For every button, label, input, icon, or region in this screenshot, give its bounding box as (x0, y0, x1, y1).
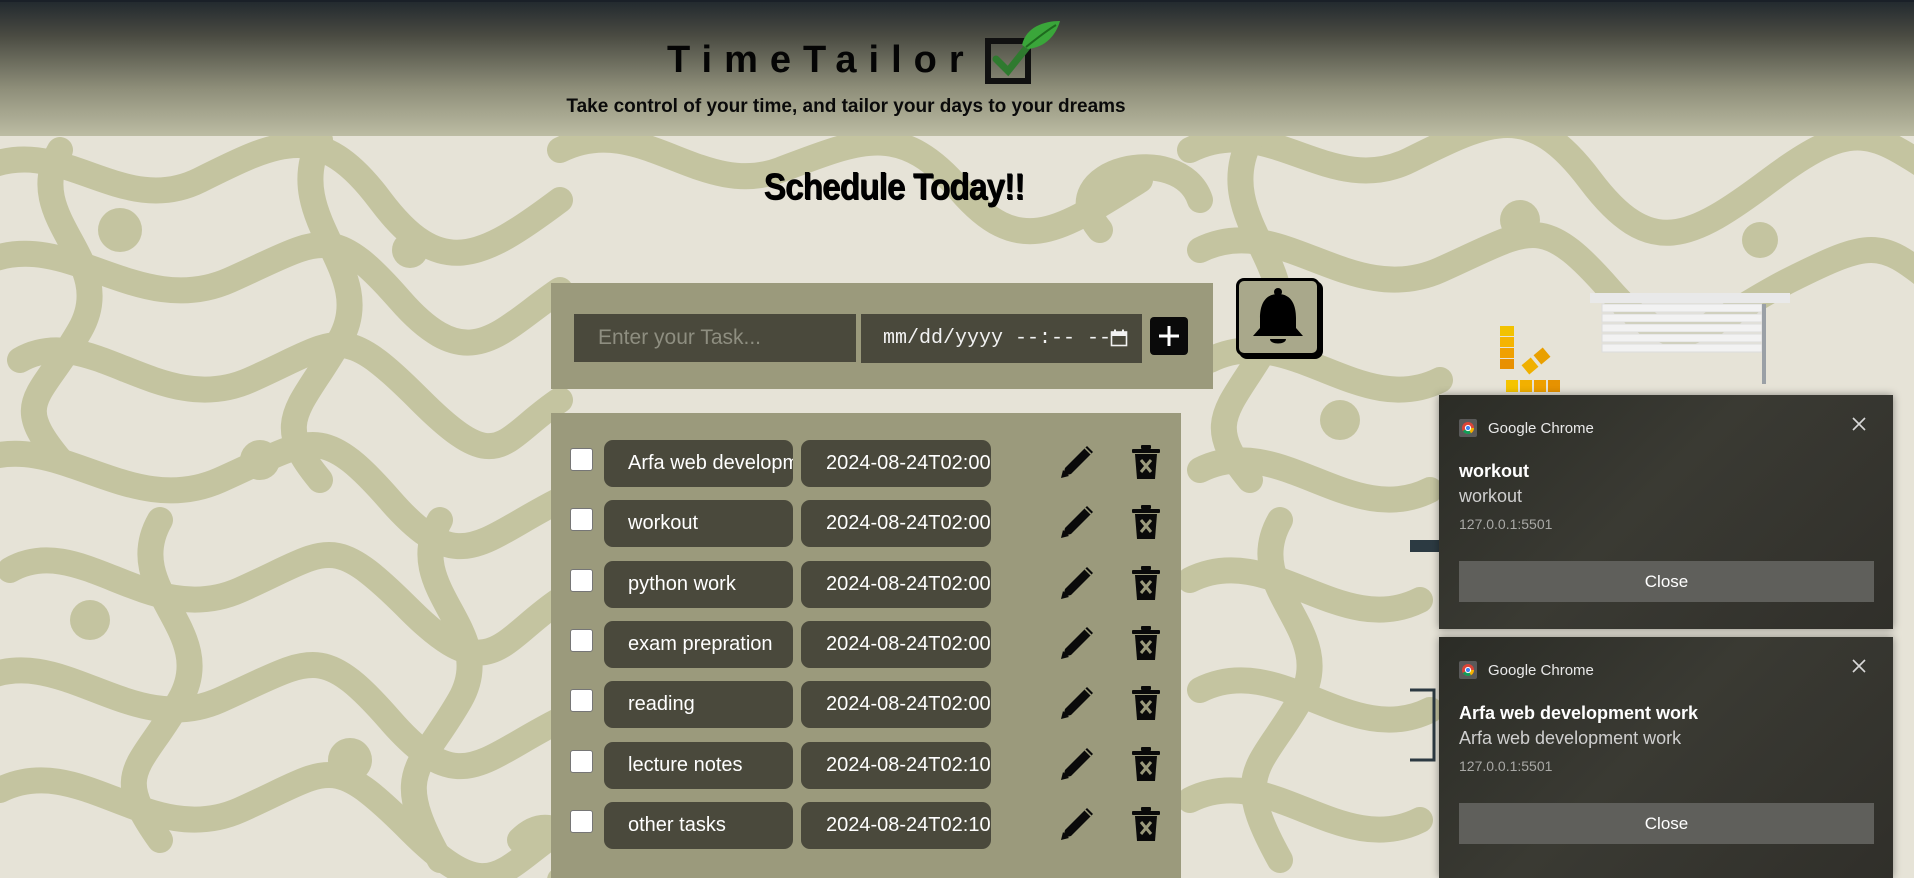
edit-pencil-icon[interactable] (1055, 438, 1101, 484)
notification-card: Google Chrome workout workout 127.0.0.1:… (1439, 395, 1893, 629)
task-name-field[interactable]: reading (604, 681, 793, 728)
task-datetime-field[interactable]: 2024-08-24T02:10 (801, 742, 991, 789)
task-datetime-field[interactable]: 2024-08-24T02:00 (801, 681, 991, 728)
trash-icon[interactable] (1130, 806, 1162, 842)
notification-origin: 127.0.0.1:5501 (1459, 758, 1553, 774)
trash-icon[interactable] (1130, 746, 1162, 782)
notification-title: Arfa web development work (1459, 703, 1699, 723)
task-datetime-field[interactable]: 2024-08-24T02:00 (801, 561, 991, 608)
edit-pencil-icon[interactable] (1055, 800, 1101, 846)
trash-icon[interactable] (1130, 565, 1162, 601)
task-list: Arfa web development work2024-08-24T02:0… (551, 413, 1181, 878)
brand-title: TimeTailor (667, 38, 976, 81)
calendar-icon[interactable] (1110, 329, 1128, 347)
brand: TimeTailor (667, 21, 1062, 90)
task-checkbox[interactable] (570, 569, 593, 592)
task-input-panel: mm/dd/yyyy --:-- -- (551, 283, 1213, 389)
edit-pencil-icon[interactable] (1055, 559, 1101, 605)
add-task-button[interactable] (1150, 317, 1188, 355)
notification-origin: 127.0.0.1:5501 (1459, 516, 1553, 532)
task-name-field[interactable]: workout (604, 500, 793, 547)
task-name-field[interactable]: lecture notes (604, 742, 793, 789)
trash-icon[interactable] (1130, 444, 1162, 480)
datetime-input[interactable]: mm/dd/yyyy --:-- -- (861, 314, 1142, 363)
task-name-field[interactable]: other tasks (604, 802, 793, 849)
task-checkbox[interactable] (570, 508, 593, 531)
task-row: python work 2024-08-24T02:00 (551, 557, 1181, 608)
task-datetime-field[interactable]: 2024-08-24T02:00 (801, 440, 991, 487)
bell-icon (1253, 288, 1303, 344)
close-icon[interactable] (1850, 657, 1868, 675)
notification-close-button[interactable]: Close (1459, 803, 1874, 844)
task-checkbox[interactable] (570, 689, 593, 712)
page-title: Schedule Today!! (763, 166, 1026, 207)
task-row: other tasks 2024-08-24T02:10 (551, 798, 1181, 849)
task-row: lecture notes 2024-08-24T02:10 (551, 738, 1181, 789)
task-row: Arfa web development work2024-08-24T02:0… (551, 436, 1181, 487)
edit-pencil-icon[interactable] (1055, 619, 1101, 665)
app-header: TimeTailor Take control of your time, an… (0, 0, 1914, 136)
edit-pencil-icon[interactable] (1055, 679, 1101, 725)
chrome-icon (1459, 661, 1477, 679)
notification-app: Google Chrome (1459, 661, 1594, 679)
notification-close-button[interactable]: Close (1459, 561, 1874, 602)
notification-app: Google Chrome (1459, 419, 1594, 437)
task-row: workout 2024-08-24T02:00 (551, 496, 1181, 547)
task-checkbox[interactable] (570, 810, 593, 833)
notification-body: Arfa web development work (1459, 728, 1682, 748)
task-datetime-field[interactable]: 2024-08-24T02:10 (801, 802, 991, 849)
notification-body: workout (1459, 486, 1523, 506)
edit-pencil-icon[interactable] (1055, 498, 1101, 544)
edit-pencil-icon[interactable] (1055, 740, 1101, 786)
task-datetime-field[interactable]: 2024-08-24T02:00 (801, 500, 991, 547)
notification-card: Google Chrome Arfa web development work … (1439, 637, 1893, 878)
task-name-field[interactable]: python work (604, 561, 793, 608)
task-checkbox[interactable] (570, 750, 593, 773)
checkbox-leaf-logo-icon (984, 21, 1060, 84)
chrome-icon (1459, 419, 1477, 437)
task-name-field[interactable]: Arfa web development work (604, 440, 793, 487)
task-checkbox[interactable] (570, 448, 593, 471)
task-checkbox[interactable] (570, 629, 593, 652)
notification-title: workout (1459, 461, 1529, 481)
trash-icon[interactable] (1130, 685, 1162, 721)
notification-bell-button[interactable] (1236, 278, 1320, 356)
trash-icon[interactable] (1130, 625, 1162, 661)
task-name-field[interactable]: exam prepration (604, 621, 793, 668)
trash-icon[interactable] (1130, 504, 1162, 540)
task-row: exam prepration 2024-08-24T02:00 (551, 617, 1181, 668)
datetime-placeholder: mm/dd/yyyy --:-- -- (883, 327, 1112, 350)
notification-app-name: Google Chrome (1488, 661, 1594, 679)
task-datetime-field[interactable]: 2024-08-24T02:00 (801, 621, 991, 668)
close-icon[interactable] (1850, 415, 1868, 433)
task-input[interactable] (574, 314, 856, 362)
tagline: Take control of your time, and tailor yo… (566, 96, 1126, 117)
task-row: reading 2024-08-24T02:00 (551, 677, 1181, 728)
plus-icon (1159, 326, 1179, 346)
notification-app-name: Google Chrome (1488, 419, 1594, 437)
